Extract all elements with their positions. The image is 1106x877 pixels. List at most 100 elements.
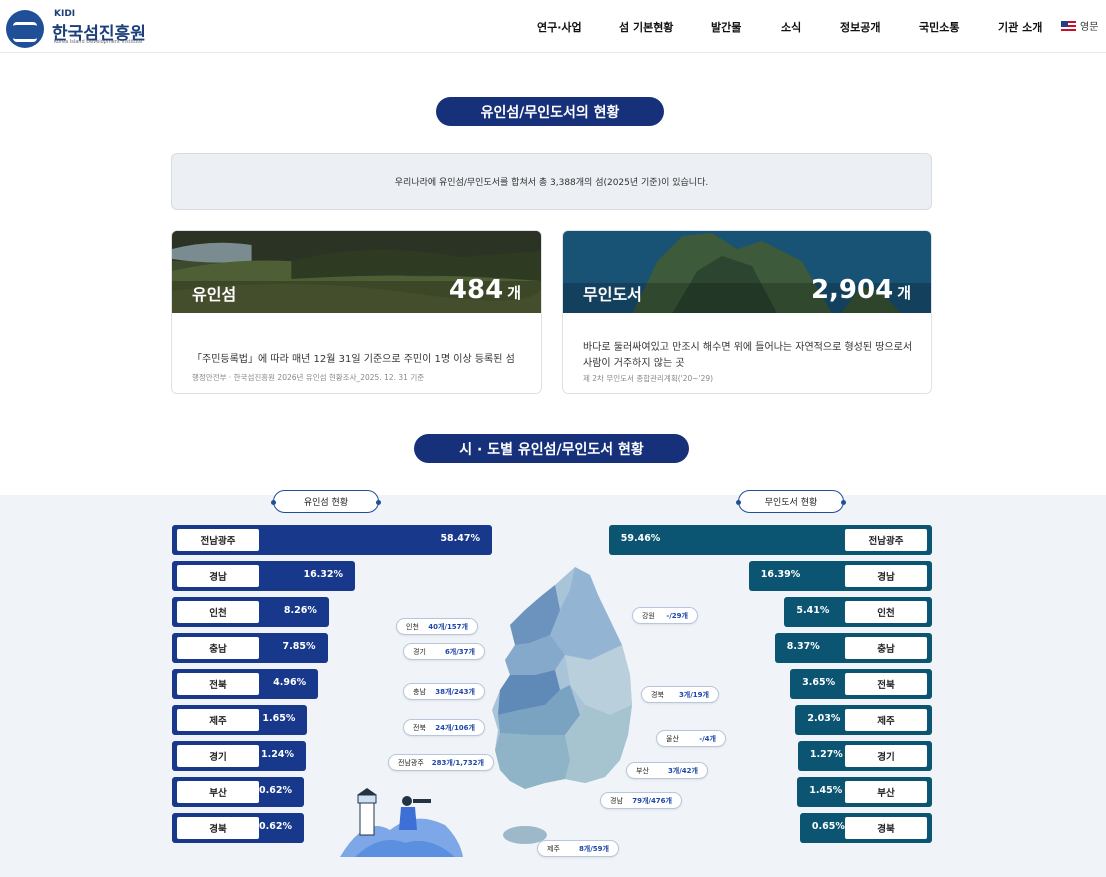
count-value: 484 — [448, 275, 504, 305]
map-tag-value: 38개/243개 — [435, 687, 475, 696]
inhabited-bar: 경기 1.24% — [172, 741, 307, 771]
card-count: 2,904 개 — [811, 275, 911, 305]
card-description: 바다로 둘러싸여있고 만조시 해수면 위에 들어나는 자연적으로 형성된 땅으로… — [583, 342, 913, 369]
map-tag-region: 경북 — [651, 690, 664, 699]
map-tag-region: 제주 — [547, 844, 560, 853]
card-title: 무인도서 — [583, 285, 642, 304]
map-tag-9[interactable]: 경남 79개/476개 — [600, 792, 682, 809]
map-tag-6[interactable]: 경북 3개/19개 — [641, 686, 719, 703]
map-tag-5[interactable]: 강원 -/29개 — [632, 607, 698, 624]
bar-percent: 3.65% — [802, 677, 836, 688]
inhabited-bar: 제주 1.65% — [172, 705, 308, 735]
bar-region-label: 전북 — [177, 673, 259, 695]
map-tag-8[interactable]: 부산 3개/42개 — [626, 762, 708, 779]
uninhabited-bar: 전북 3.65% — [790, 669, 932, 699]
inhabited-bar: 부산 0.62% — [172, 777, 304, 807]
map-tag-7[interactable]: 울산 -/4개 — [656, 730, 726, 747]
bar-percent: 4.96% — [273, 677, 307, 688]
bar-percent: 16.32% — [303, 569, 344, 580]
uninhabited-bar: 전남광주 59.46% — [608, 525, 932, 555]
map-tag-region: 인천 — [406, 622, 419, 631]
card-description: 「주민등록법」에 따라 매년 12월 31일 기준으로 주민이 1명 이상 등록… — [192, 354, 515, 365]
map-tag-value: -/4개 — [699, 734, 716, 743]
uninhabited-bar: 경기 1.27% — [797, 741, 932, 771]
map-tag-region: 전북 — [413, 723, 426, 732]
map-tag-value: 8개/59개 — [578, 844, 609, 853]
site-logo[interactable]: KIDI 한국섬진흥원 Korea Island Development Ins… — [6, 6, 146, 48]
bar-percent: 1.65% — [262, 713, 296, 724]
nav-about[interactable]: 기관 소개 — [998, 19, 1042, 35]
section-title-regional: 시 · 도별 유인섬/무인도서 현황 — [414, 434, 689, 463]
count-value: 2,904 — [810, 275, 894, 305]
count-unit: 개 — [507, 284, 521, 302]
notice-text: 우리나라에 유인섬/무인도서를 합쳐서 총 3,388개의 섬(2025년 기준… — [394, 178, 709, 188]
bar-percent: 5.41% — [796, 605, 830, 616]
uninhabited-bar: 충남 8.37% — [774, 633, 932, 663]
bar-region-label: 인천 — [177, 601, 259, 623]
inhabited-bar: 경북 0.62% — [172, 813, 304, 843]
card-source: 제 2차 무인도서 종합관리계획('20~'29) — [583, 374, 714, 383]
us-flag-icon — [1061, 21, 1076, 31]
map-tag-region: 경기 — [413, 647, 426, 656]
nav-research[interactable]: 연구·사업 — [537, 19, 582, 35]
map-tag-value: -/29개 — [666, 611, 688, 620]
nav-communication[interactable]: 국민소통 — [919, 19, 959, 35]
uninhabited-bar: 경남 16.39% — [748, 561, 932, 591]
bar-region-label: 인천 — [844, 601, 927, 623]
nav-island-status[interactable]: 섬 기본현황 — [619, 19, 673, 35]
map-tag-value: 3개/42개 — [667, 766, 698, 775]
uninhabited-status-label: 무인도서 현황 — [736, 490, 846, 513]
site-header: KIDI 한국섬진흥원 Korea Island Development Ins… — [0, 0, 1106, 53]
uninhabited-bar: 제주 2.03% — [795, 705, 932, 735]
bar-region-label: 전남광주 — [844, 529, 927, 551]
total-notice: 우리나라에 유인섬/무인도서를 합쳐서 총 3,388개의 섬(2025년 기준… — [171, 153, 932, 210]
inhabited-bar: 전북 4.96% — [172, 669, 319, 699]
map-tag-value: 283개/1,732개 — [431, 758, 484, 767]
bar-region-label: 제주 — [177, 709, 259, 731]
bar-percent: 2.03% — [807, 713, 841, 724]
map-tag-0[interactable]: 인천 40개/157개 — [396, 618, 478, 635]
inhabited-bar: 전남광주 58.47% — [172, 525, 493, 555]
bar-region-label: 충남 — [177, 637, 259, 659]
bar-percent: 1.45% — [809, 785, 843, 796]
lighthouse-illustration — [340, 788, 463, 857]
bar-region-label: 경남 — [177, 565, 259, 587]
map-tag-4[interactable]: 전남광주 283개/1,732개 — [388, 754, 494, 771]
map-tag-value: 3개/19개 — [678, 690, 709, 699]
map-tag-2[interactable]: 충남 38개/243개 — [403, 683, 485, 700]
map-tag-10[interactable]: 제주 8개/59개 — [537, 840, 619, 857]
bar-percent: 58.47% — [440, 533, 481, 544]
nav-news[interactable]: 소식 — [781, 19, 801, 35]
map-tag-value: 6개/37개 — [444, 647, 475, 656]
map-tag-value: 40개/157개 — [428, 622, 468, 631]
inhabited-card: 유인섬 484 개 「주민등록법」에 따라 매년 12월 31일 기준으로 주민이… — [171, 230, 542, 394]
card-source: 행정안전부 · 한국섬진흥원 2026년 유인섬 현황조사_2025. 12. … — [192, 373, 425, 382]
uninhabited-bar: 부산 1.45% — [797, 777, 932, 807]
bar-region-label: 경기 — [177, 745, 259, 767]
language-switch[interactable]: 영문 — [1061, 18, 1098, 33]
bar-percent: 1.24% — [261, 749, 295, 760]
bar-percent: 8.26% — [283, 605, 317, 616]
uninhabited-card: 무인도서 2,904 개 바다로 둘러싸여있고 만조시 해수면 위에 들어나는 자… — [562, 230, 932, 394]
count-unit: 개 — [897, 284, 911, 302]
language-label: 영문 — [1080, 22, 1099, 33]
nav-publications[interactable]: 발간물 — [711, 19, 741, 35]
map-tag-region: 강원 — [642, 611, 655, 620]
uninhabited-bar: 경북 0.65% — [799, 813, 932, 843]
bar-region-label: 전북 — [844, 673, 927, 695]
bar-region-label: 부산 — [177, 781, 259, 803]
map-tag-region: 경남 — [610, 796, 623, 805]
bar-region-label: 충남 — [844, 637, 927, 659]
bar-percent: 0.62% — [259, 785, 292, 796]
map-tag-1[interactable]: 경기 6개/37개 — [403, 643, 485, 660]
korea-map — [492, 567, 632, 844]
bar-percent: 8.37% — [786, 641, 820, 652]
map-tag-3[interactable]: 전북 24개/106개 — [403, 719, 485, 736]
map-tag-value: 24개/106개 — [435, 723, 475, 732]
nav-disclosure[interactable]: 정보공개 — [840, 19, 880, 35]
uninhabited-bar: 인천 5.41% — [784, 597, 932, 627]
bar-percent: 0.65% — [811, 821, 845, 832]
bar-percent: 7.85% — [282, 641, 316, 652]
card-title: 유인섬 — [192, 285, 237, 304]
bar-percent: 16.39% — [760, 569, 801, 580]
